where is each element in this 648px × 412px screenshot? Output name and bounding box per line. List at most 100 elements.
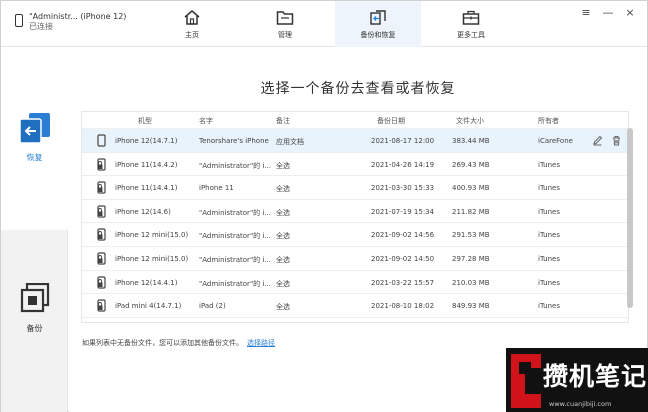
footer-text: 如果列表中无备份文件，您可以添加其他备份文件。 bbox=[82, 339, 243, 347]
cell-date: 2021-09-02 14:50 bbox=[371, 255, 435, 263]
menu-button[interactable]: ≡ bbox=[575, 5, 597, 19]
col-name: 名字 bbox=[199, 117, 213, 125]
cell-owner: iTunes bbox=[538, 184, 560, 193]
tab-home-label: 主页 bbox=[185, 31, 199, 39]
locked-device-icon bbox=[97, 157, 106, 171]
table-header: 机型 名字 备注 备份日期 文件大小 所有者 bbox=[82, 112, 628, 129]
footer-hint: 如果列表中无备份文件，您可以添加其他备份文件。 选择路径 bbox=[82, 338, 275, 348]
watermark-logo bbox=[511, 354, 541, 408]
cell-owner: iTunes bbox=[538, 255, 560, 263]
app-window: "Administr... (iPhone 12) 已连接 主页 管理 备份和恢… bbox=[0, 0, 648, 412]
table-row[interactable]: iPad mini 4(14.7.1) iPad (2) 全选 2021-08-10 … bbox=[82, 294, 628, 318]
cell-note: 应用文档 bbox=[276, 138, 304, 146]
cell-size: 383.44 MB bbox=[452, 137, 490, 145]
sidebar-item-restore[interactable]: 恢复 bbox=[1, 48, 68, 230]
cell-size: 291.53 MB bbox=[452, 231, 490, 240]
cell-owner: iTunes bbox=[538, 231, 560, 240]
col-note: 备注 bbox=[276, 117, 290, 125]
watermark-url: www.cuanjibiji.com bbox=[549, 400, 612, 408]
locked-device-icon bbox=[97, 205, 106, 218]
table-row[interactable]: iPhone 12(14.7.1) Tenorshare's iPhone 应用文档… bbox=[82, 129, 628, 153]
locked-device-icon bbox=[97, 275, 106, 289]
tab-manage[interactable]: 管理 bbox=[242, 1, 328, 47]
cell-name: "Administrator"的 i... bbox=[199, 161, 272, 170]
cell-owner: iTunes bbox=[538, 207, 560, 216]
tab-home[interactable]: 主页 bbox=[149, 1, 235, 47]
minimize-button[interactable]: — bbox=[597, 5, 619, 19]
cell-date: 2021-08-10 18:02 bbox=[371, 302, 435, 311]
cell-size: 297.28 MB bbox=[452, 255, 490, 263]
cell-date: 2021-03-30 15:33 bbox=[371, 184, 435, 193]
scrollbar[interactable] bbox=[627, 128, 633, 308]
top-bar: "Administr... (iPhone 12) 已连接 主页 管理 备份和恢… bbox=[1, 1, 647, 47]
cell-size: 269.43 MB bbox=[452, 160, 490, 169]
cell-name: Tenorshare's iPhone bbox=[199, 137, 269, 145]
cell-owner: iTunes bbox=[538, 302, 560, 311]
sidebar-item-backup[interactable]: 备份 bbox=[1, 283, 68, 334]
table-row[interactable]: iPhone 12(14.6) "Administrator"的 i... 全选 20… bbox=[82, 200, 628, 224]
cell-name: iPad (2) bbox=[199, 302, 226, 311]
cell-model: iPhone 11(14.4.1) bbox=[115, 184, 178, 193]
cell-date: 2021-08-17 12:00 bbox=[371, 137, 435, 145]
cell-date: 2021-04-26 14:19 bbox=[371, 160, 435, 169]
locked-device-icon bbox=[97, 252, 106, 265]
page-title: 选择一个备份去查看或者恢复 bbox=[260, 81, 456, 97]
cell-date: 2021-09-02 14:56 bbox=[371, 231, 435, 240]
tab-backup-restore[interactable]: 备份和恢复 bbox=[335, 1, 421, 47]
sidebar: 恢复 备份 bbox=[1, 48, 68, 412]
home-icon bbox=[184, 10, 200, 25]
table-row[interactable]: iPhone 12 mini(15.0) "Administrator"的 i..… bbox=[82, 223, 628, 247]
col-size: 文件大小 bbox=[456, 117, 484, 125]
cell-model: iPad mini 4(14.7.1) bbox=[115, 302, 182, 311]
device-name: "Administr... (iPhone 12) bbox=[29, 12, 127, 21]
table-row[interactable]: iPhone 11(14.4.1) iPhone 11 全选 2021-03-30 1… bbox=[82, 176, 628, 200]
locked-device-icon bbox=[97, 181, 106, 194]
cell-model: iPhone 11(14.4.2) bbox=[115, 160, 178, 169]
tab-manage-label: 管理 bbox=[278, 31, 292, 39]
folder-icon bbox=[276, 11, 294, 25]
cell-name: iPhone 11 bbox=[199, 184, 234, 193]
cell-model: iPhone 12(14.7.1) bbox=[115, 137, 178, 145]
table-row[interactable]: iPhone 11(14.4.2) "Administrator"的 i... 全选… bbox=[82, 153, 628, 177]
cell-date: 2021-07-19 15:34 bbox=[371, 207, 435, 216]
cell-note: 全选 bbox=[276, 279, 290, 288]
tab-more-tools[interactable]: 更多工具 bbox=[428, 1, 514, 47]
table-row[interactable]: iPhone 12 mini(15.0) "Administrator"的 i..… bbox=[82, 247, 628, 271]
choose-path-link[interactable]: 选择路径 bbox=[247, 339, 275, 347]
cell-name: "Administrator"的 i... bbox=[199, 232, 272, 241]
watermark-text: 攒机笔记 bbox=[543, 362, 648, 391]
cell-name: "Administrator"的 i... bbox=[199, 208, 272, 217]
cell-note: 全选 bbox=[276, 208, 290, 217]
close-button[interactable]: × bbox=[619, 5, 641, 19]
sidebar-restore-label: 恢复 bbox=[26, 153, 43, 162]
cell-note: 全选 bbox=[276, 256, 290, 264]
cell-date: 2021-03-22 15:57 bbox=[371, 278, 435, 287]
cell-size: 849.93 MB bbox=[452, 302, 490, 311]
cell-owner: iTunes bbox=[538, 278, 560, 287]
cell-size: 211.82 MB bbox=[452, 207, 490, 216]
toolbox-icon bbox=[462, 10, 480, 25]
tab-backup-restore-label: 备份和恢复 bbox=[360, 31, 396, 39]
cell-owner: iCareFone bbox=[538, 137, 573, 145]
col-model: 机型 bbox=[138, 117, 152, 125]
cell-note: 全选 bbox=[276, 185, 290, 194]
device-info: "Administr... (iPhone 12) 已连接 bbox=[15, 12, 126, 32]
row-actions bbox=[592, 135, 622, 146]
cell-model: iPhone 12(14.4.1) bbox=[115, 278, 178, 287]
cell-note: 全选 bbox=[276, 161, 290, 170]
window-controls: ≡ — × bbox=[575, 5, 641, 19]
backup-restore-icon bbox=[370, 10, 386, 25]
col-owner: 所有者 bbox=[538, 117, 559, 125]
trash-icon[interactable] bbox=[611, 135, 622, 146]
table-row[interactable]: iPhone 12(14.4.1) "Administrator"的 i... 全选… bbox=[82, 271, 628, 295]
device-status: 已连接 bbox=[29, 22, 53, 31]
backup-table: 机型 名字 备注 备份日期 文件大小 所有者 iPhone 12(14.7.1)… bbox=[81, 111, 629, 323]
phone-icon bbox=[97, 134, 106, 147]
cell-note: 全选 bbox=[276, 303, 290, 312]
backup-icon bbox=[20, 283, 49, 313]
tab-more-tools-label: 更多工具 bbox=[457, 31, 485, 39]
cell-model: iPhone 12(14.6) bbox=[115, 207, 171, 216]
restore-icon bbox=[18, 113, 50, 144]
phone-icon bbox=[15, 14, 23, 27]
edit-icon[interactable] bbox=[592, 135, 603, 146]
